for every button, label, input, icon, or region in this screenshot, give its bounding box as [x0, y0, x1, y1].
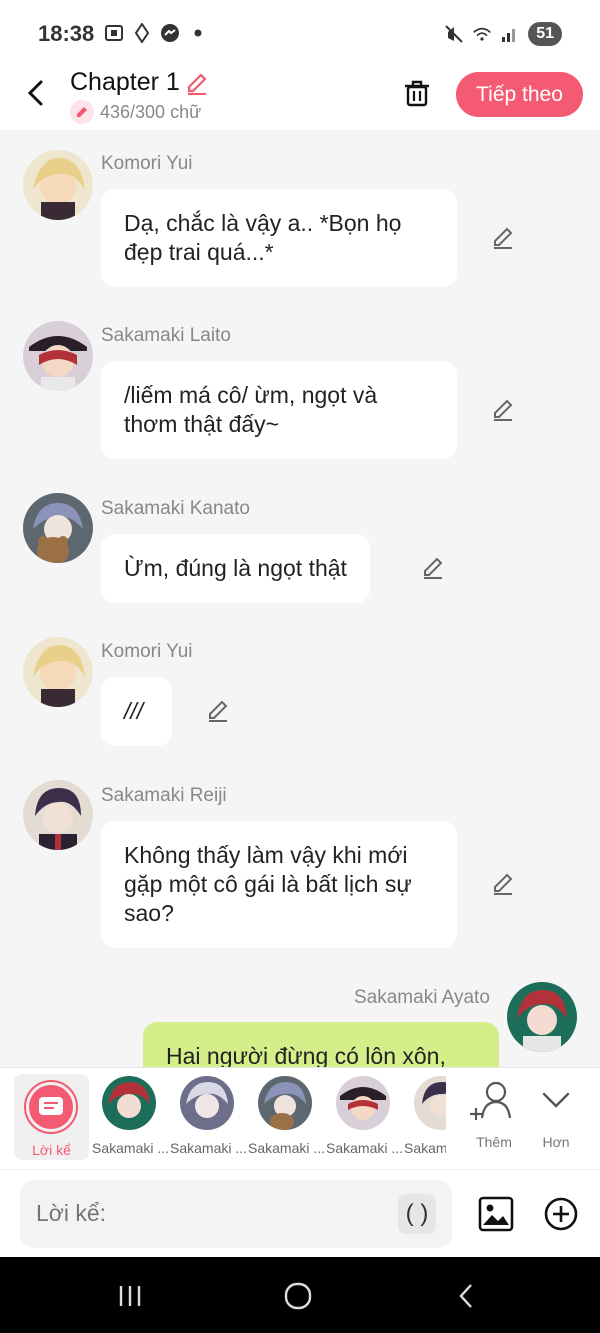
parentheses-button[interactable]: ( ): [398, 1194, 436, 1234]
narrator-label: Lời kể: [32, 1142, 71, 1158]
mute-icon: [444, 23, 464, 45]
chevron-down-icon: [542, 1092, 570, 1108]
character-chip[interactable]: Sakamaki ...: [170, 1076, 250, 1164]
sender-name: Komori Yui: [101, 153, 193, 174]
dot-icon: [188, 22, 208, 44]
trash-icon: [405, 80, 429, 107]
character-avatar: [414, 1076, 446, 1130]
character-chip[interactable]: Sakam: [404, 1076, 446, 1164]
more-label: Hơn: [542, 1134, 570, 1150]
avatar-sakamaki-reiji[interactable]: [23, 780, 93, 850]
sender-name: Sakamaki Kanato: [101, 498, 250, 519]
character-avatar: [336, 1076, 390, 1130]
avatar-sakamaki-laito[interactable]: [23, 321, 93, 391]
message-bubble[interactable]: /liếm má cô/ ừm, ngọt và thơm thật đấy~: [101, 361, 457, 459]
composer: ( ): [0, 1169, 600, 1257]
composer-box[interactable]: ( ): [20, 1180, 452, 1248]
character-bar: Lời kể Sakamaki ... Sakamaki ... Sakamak…: [0, 1067, 600, 1169]
status-left-icons: [104, 22, 208, 44]
messenger-icon: [160, 22, 180, 44]
character-label: Sakamaki ...: [170, 1140, 248, 1156]
edit-message-icon[interactable]: [420, 555, 446, 581]
character-label: Sakamaki ...: [248, 1140, 326, 1156]
character-scroller[interactable]: Sakamaki ... Sakamaki ... Sakamaki ... S…: [90, 1068, 446, 1170]
character-chip[interactable]: Sakamaki ...: [248, 1076, 328, 1164]
character-label: Sakamaki ...: [92, 1140, 170, 1156]
avatar-sakamaki-kanato[interactable]: [23, 493, 93, 563]
back-arrow-icon: [27, 80, 43, 106]
pencil-icon: [70, 100, 94, 124]
narrator-icon-ring: [24, 1080, 78, 1134]
system-back-button[interactable]: [446, 1281, 486, 1311]
avatar-komori-yui[interactable]: [23, 637, 93, 707]
chat-area[interactable]: Komori Yui Dạ, chắc là vậy a.. *Bọn họ đ…: [0, 130, 600, 1067]
sender-name: Komori Yui: [101, 641, 193, 662]
insert-image-button[interactable]: [478, 1196, 514, 1232]
battery-indicator: 51: [528, 22, 562, 46]
delete-button[interactable]: [400, 76, 434, 110]
back-icon: [459, 1284, 472, 1308]
message-bubble[interactable]: Ừm, đúng là ngọt thật: [101, 534, 370, 603]
signal-icon: [500, 23, 520, 45]
edit-message-icon[interactable]: [490, 871, 516, 897]
character-chip[interactable]: Sakamaki ...: [92, 1076, 172, 1164]
plus-circle-icon: [544, 1197, 578, 1231]
add-button[interactable]: [543, 1196, 579, 1232]
character-avatar: [102, 1076, 156, 1130]
edit-message-icon[interactable]: [490, 397, 516, 423]
wifi-icon: [472, 23, 492, 45]
status-bar: 18:38 51: [0, 0, 600, 68]
word-count-text: 436/300 chữ: [100, 101, 202, 122]
system-nav-bar: [0, 1257, 600, 1333]
avatar-sakamaki-ayato[interactable]: [507, 982, 577, 1052]
sender-name: Sakamaki Ayato: [354, 987, 490, 1008]
word-count: 436/300 chữ: [70, 100, 201, 124]
sender-name: Sakamaki Reiji: [101, 785, 227, 806]
narration-input[interactable]: [36, 1200, 396, 1227]
add-character-button[interactable]: Thêm: [468, 1078, 520, 1164]
next-button[interactable]: Tiếp theo: [456, 72, 583, 117]
status-time: 18:38: [38, 21, 95, 46]
edit-title-icon[interactable]: [184, 70, 210, 96]
image-icon: [478, 1196, 514, 1232]
screenshot-icon: [104, 22, 124, 44]
status-right-icons: 51: [444, 22, 562, 46]
edit-message-icon[interactable]: [490, 225, 516, 251]
character-label: Sakamaki ...: [326, 1140, 404, 1156]
recent-apps-button[interactable]: [110, 1281, 150, 1311]
chapter-title[interactable]: Chapter 1: [70, 68, 180, 97]
message-bubble[interactable]: Dạ, chắc là vậy a.. *Bọn họ đẹp trai quá…: [101, 189, 457, 287]
message-bubble-own[interactable]: Hai người đừng có lôn xôn,: [143, 1022, 499, 1067]
sender-name: Sakamaki Laito: [101, 325, 231, 346]
home-icon: [284, 1282, 312, 1310]
edit-message-icon[interactable]: [205, 698, 231, 724]
character-avatar: [258, 1076, 312, 1130]
back-button[interactable]: [18, 76, 52, 110]
recent-apps-icon: [119, 1286, 141, 1306]
home-button[interactable]: [278, 1281, 318, 1311]
add-character-label: Thêm: [476, 1134, 512, 1150]
add-person-icon: [470, 1081, 512, 1120]
character-chip[interactable]: Sakamaki ...: [326, 1076, 406, 1164]
narrator-icon: [29, 1085, 73, 1129]
avatar-komori-yui[interactable]: [23, 150, 93, 220]
character-label: Sakam: [404, 1140, 446, 1156]
location-icon: [132, 22, 152, 44]
character-avatar: [180, 1076, 234, 1130]
message-bubble[interactable]: Không thấy làm vậy khi mới gặp một cô gá…: [101, 821, 457, 948]
more-button[interactable]: Hơn: [530, 1078, 582, 1164]
editor-header: Chapter 1 436/300 chữ Tiếp theo: [0, 68, 600, 130]
narrator-selector[interactable]: Lời kể: [14, 1074, 89, 1160]
message-bubble[interactable]: ///: [101, 677, 172, 746]
